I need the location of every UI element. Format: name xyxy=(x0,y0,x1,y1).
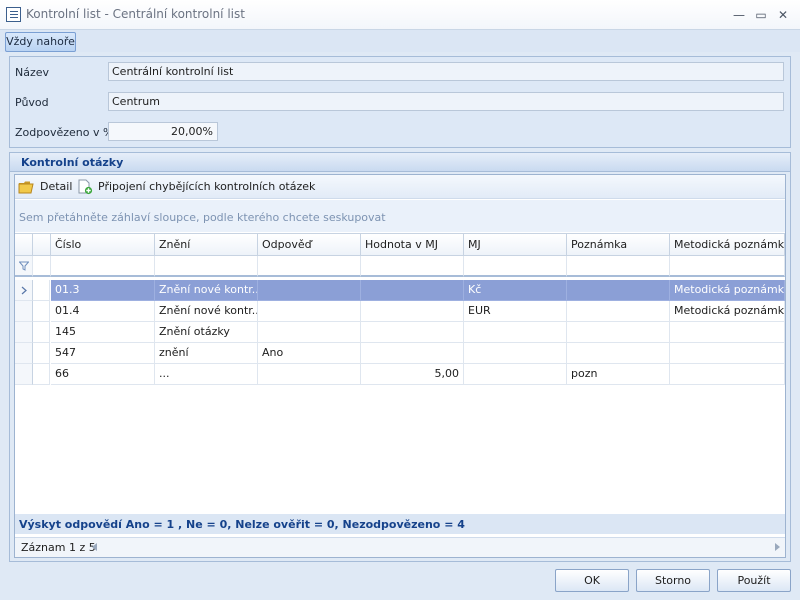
horizontal-scrollbar[interactable] xyxy=(90,539,784,555)
table-cell-odpoved[interactable] xyxy=(258,322,361,343)
table-cell-poznamka[interactable] xyxy=(567,343,670,364)
filter-cell-mj[interactable] xyxy=(464,256,567,277)
table-cell-hodnota[interactable] xyxy=(361,280,464,301)
filter-icon xyxy=(19,261,29,271)
table-cell-hodnota[interactable] xyxy=(361,343,464,364)
table-cell-metodicka[interactable] xyxy=(670,343,785,364)
attach-missing-questions-button[interactable]: Připojení chybějících kontrolních otázek xyxy=(77,179,315,196)
window-title: Kontrolní list - Centrální kontrolní lis… xyxy=(26,7,245,21)
questions-group-header xyxy=(10,153,790,172)
scroll-right-icon[interactable] xyxy=(775,543,781,551)
header-gutter-cell xyxy=(33,233,51,256)
table-cell-mj[interactable] xyxy=(464,364,567,385)
table-cell-zneni[interactable]: Znění nové kontr... xyxy=(155,301,258,322)
table-cell-cislo[interactable]: 01.3 xyxy=(51,280,155,301)
table-cell-odpoved[interactable] xyxy=(258,364,361,385)
row-gutter xyxy=(33,301,50,322)
column-header-mj[interactable]: MJ xyxy=(464,233,567,256)
table-cell-zneni[interactable]: Znění otázky xyxy=(155,322,258,343)
filter-indicator[interactable] xyxy=(15,256,33,277)
table-cell-hodnota[interactable] xyxy=(361,301,464,322)
column-header-zneni[interactable]: Znění xyxy=(155,233,258,256)
table-cell-cislo[interactable]: 145 xyxy=(51,322,155,343)
table-cell-metodicka[interactable] xyxy=(670,322,785,343)
column-header-cislo[interactable]: Číslo xyxy=(51,233,155,256)
table-cell-odpoved[interactable]: Ano xyxy=(258,343,361,364)
row-indicator[interactable] xyxy=(15,301,33,322)
ok-button[interactable]: OK xyxy=(555,569,629,592)
row-gutter xyxy=(33,280,50,301)
minimize-icon[interactable]: — xyxy=(728,6,750,24)
folder-icon xyxy=(18,181,34,194)
filter-cell-hodnota[interactable] xyxy=(361,256,464,277)
table-cell-poznamka[interactable] xyxy=(567,301,670,322)
filter-cell-poznamka[interactable] xyxy=(567,256,670,277)
answered-label: Zodpovězeno v % xyxy=(15,126,114,139)
chevron-right-icon xyxy=(21,286,27,295)
filter-cell-metodicka[interactable] xyxy=(670,256,785,277)
table-cell-metodicka[interactable]: Metodická poznámk... xyxy=(670,280,785,301)
table-cell-mj[interactable]: EUR xyxy=(464,301,567,322)
column-header-odpoved[interactable]: Odpověď xyxy=(258,233,361,256)
table-cell-hodnota[interactable] xyxy=(361,322,464,343)
answered-percent-field[interactable]: 20,00% xyxy=(108,122,218,141)
row-gutter xyxy=(33,364,50,385)
detail-label: Detail xyxy=(40,180,73,193)
filter-cell-odpoved[interactable] xyxy=(258,256,361,277)
name-field[interactable]: Centrální kontrolní list xyxy=(108,62,784,81)
table-cell-poznamka[interactable] xyxy=(567,280,670,301)
name-label: Název xyxy=(15,66,50,79)
table-cell-zneni[interactable]: znění xyxy=(155,343,258,364)
table-cell-mj[interactable]: Kč xyxy=(464,280,567,301)
scroll-left-icon[interactable] xyxy=(92,543,98,551)
close-icon[interactable]: ✕ xyxy=(772,6,794,24)
add-document-icon xyxy=(78,179,93,195)
answers-summary: Výskyt odpovědí Ano = 1 , Ne = 0, Nelze … xyxy=(19,518,465,531)
column-header-poznamka[interactable]: Poznámka xyxy=(567,233,670,256)
column-header-metodicka[interactable]: Metodická poznámka xyxy=(670,233,785,256)
table-cell-poznamka[interactable]: pozn xyxy=(567,364,670,385)
table-cell-cislo[interactable]: 547 xyxy=(51,343,155,364)
attach-label: Připojení chybějících kontrolních otázek xyxy=(98,180,316,193)
record-counter: Záznam 1 z 5 xyxy=(21,541,96,554)
table-cell-poznamka[interactable] xyxy=(567,322,670,343)
column-header-hodnota[interactable]: Hodnota v MJ xyxy=(361,233,464,256)
table-cell-mj[interactable] xyxy=(464,322,567,343)
row-indicator[interactable] xyxy=(15,343,33,364)
row-indicator[interactable] xyxy=(15,322,33,343)
table-cell-cislo[interactable]: 01.4 xyxy=(51,301,155,322)
always-on-top-button[interactable]: Vždy nahoře xyxy=(5,32,76,52)
origin-field[interactable]: Centrum xyxy=(108,92,784,111)
top-toolbar xyxy=(0,30,800,52)
table-cell-zneni[interactable]: Znění nové kontr... xyxy=(155,280,258,301)
table-cell-odpoved[interactable] xyxy=(258,301,361,322)
checklist-icon xyxy=(6,7,21,22)
row-gutter xyxy=(33,343,50,364)
cancel-button[interactable]: Storno xyxy=(636,569,710,592)
filter-gutter xyxy=(33,256,51,277)
maximize-icon[interactable]: ▭ xyxy=(750,6,772,24)
row-indicator[interactable] xyxy=(15,364,33,385)
table-cell-zneni[interactable]: ... xyxy=(155,364,258,385)
filter-cell-cislo[interactable] xyxy=(51,256,155,277)
header-indicator-cell xyxy=(15,233,33,256)
table-cell-odpoved[interactable] xyxy=(258,280,361,301)
filter-cell-zneni[interactable] xyxy=(155,256,258,277)
row-gutter xyxy=(33,322,50,343)
table-cell-metodicka[interactable]: Metodická poznámk... xyxy=(670,301,785,322)
table-cell-mj[interactable] xyxy=(464,343,567,364)
apply-button[interactable]: Použít xyxy=(717,569,791,592)
table-cell-hodnota[interactable]: 5,00 xyxy=(361,364,464,385)
row-indicator[interactable] xyxy=(15,280,33,301)
questions-group-title: Kontrolní otázky xyxy=(21,156,124,169)
table-cell-cislo[interactable]: 66 xyxy=(51,364,155,385)
table-cell-metodicka[interactable] xyxy=(670,364,785,385)
group-by-hint: Sem přetáhněte záhlaví sloupce, podle kt… xyxy=(19,211,386,224)
origin-label: Původ xyxy=(15,96,49,109)
